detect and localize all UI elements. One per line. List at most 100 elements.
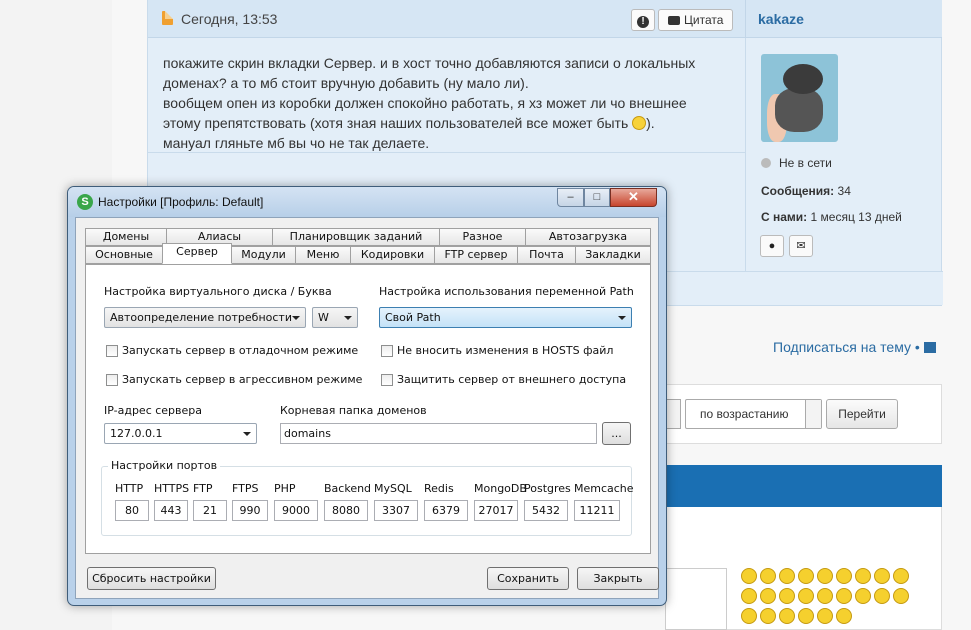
quote-button[interactable]: Цитата (658, 9, 734, 31)
port-label-ftp: FTP (193, 482, 213, 495)
smiley-icon[interactable] (855, 588, 871, 604)
port-input-mongodb[interactable]: 27017 (474, 500, 518, 521)
port-input-postgres[interactable]: 5432 (524, 500, 568, 521)
smiley-icon[interactable] (779, 568, 795, 584)
port-input-backend[interactable]: 8080 (324, 500, 368, 521)
tab-ftp-server[interactable]: FTP сервер (434, 246, 518, 264)
browse-button[interactable]: ... (602, 422, 631, 445)
tab-general[interactable]: Основные (85, 246, 163, 264)
avatar[interactable] (761, 54, 838, 142)
port-input-memcache[interactable]: 11211 (574, 500, 620, 521)
printer-icon[interactable] (923, 342, 936, 353)
sort-field-dropdown-arrow[interactable] (665, 399, 681, 429)
smiley-icon[interactable] (779, 588, 795, 604)
close-window-button[interactable]: ✕ (610, 188, 657, 207)
port-label-http: HTTP (115, 482, 144, 495)
go-button[interactable]: Перейти (826, 399, 898, 429)
smiley-icon[interactable] (893, 588, 909, 604)
app-logo-icon: S (77, 194, 93, 210)
tab-autoload[interactable]: Автозагрузка (525, 228, 651, 246)
port-label-postgres: Postgres (524, 482, 571, 495)
close-button[interactable]: Закрыть (577, 567, 659, 590)
drive-letter-value: W (318, 311, 329, 324)
vdisk-select[interactable]: Автоопределение потребности (104, 307, 306, 328)
post-author-name[interactable]: kakaze (758, 11, 804, 27)
smiley-icon[interactable] (836, 588, 852, 604)
smiley-icon[interactable] (798, 568, 814, 584)
debug-mode-checkbox[interactable] (106, 345, 118, 357)
port-input-redis[interactable]: 6379 (424, 500, 468, 521)
port-input-ftp[interactable]: 21 (193, 500, 227, 521)
ip-select[interactable]: 127.0.0.1 (104, 423, 257, 444)
tab-bookmarks[interactable]: Закладки (575, 246, 651, 264)
tab-modules[interactable]: Модули (231, 246, 296, 264)
post-divider (148, 152, 745, 153)
port-input-ftps[interactable]: 990 (232, 500, 268, 521)
tab-misc[interactable]: Разное (439, 228, 526, 246)
sort-order-select[interactable]: по возрастанию (685, 399, 822, 429)
post-line: вообщем опен из коробки должен спокойно … (163, 95, 687, 111)
aggressive-mode-checkbox[interactable] (106, 374, 118, 386)
smiley-icon[interactable] (741, 568, 757, 584)
post-line-tail: ). (646, 115, 655, 131)
message-button[interactable]: ✉ (789, 235, 813, 257)
tab-mail[interactable]: Почта (517, 246, 576, 264)
port-input-http[interactable]: 80 (115, 500, 149, 521)
smiley-icon[interactable] (779, 608, 795, 624)
post-document-icon (162, 11, 173, 25)
maximize-button[interactable]: □ (584, 188, 610, 207)
smiley-icon[interactable] (817, 588, 833, 604)
port-label-redis: Redis (424, 482, 454, 495)
smiley-icon[interactable] (836, 568, 852, 584)
root-folder-input[interactable]: domains (280, 423, 597, 444)
speech-bubble-icon (668, 16, 680, 25)
smiley-icon[interactable] (874, 568, 890, 584)
dialog-titlebar[interactable]: S Настройки [Профиль: Default] – □ ✕ (68, 187, 666, 217)
save-button[interactable]: Сохранить (487, 567, 569, 590)
smiley-icon[interactable] (817, 608, 833, 624)
minimize-button[interactable]: – (557, 188, 584, 207)
port-input-php[interactable]: 9000 (274, 500, 318, 521)
smiley-icon[interactable] (741, 588, 757, 604)
vdisk-label: Настройка виртуального диска / Буква (104, 285, 332, 298)
path-select-value: Свой Path (385, 311, 441, 324)
tab-encodings[interactable]: Кодировки (350, 246, 435, 264)
ports-group-title: Настройки портов (108, 459, 221, 472)
tab-scheduler[interactable]: Планировщик заданий (272, 228, 440, 246)
hosts-checkbox[interactable] (381, 345, 393, 357)
exclamation-icon: ! (637, 16, 649, 28)
member-since: С нами: 1 месяц 13 дней (761, 210, 902, 224)
smiley-icon[interactable] (741, 608, 757, 624)
smiley-icon[interactable] (874, 588, 890, 604)
smiley-icon[interactable] (760, 568, 776, 584)
tab-menu[interactable]: Меню (295, 246, 351, 264)
reset-settings-button[interactable]: Сбросить настройки (87, 567, 216, 590)
smiley-icon[interactable] (798, 588, 814, 604)
subscribe-link[interactable]: Подписаться на тему • (773, 339, 936, 355)
smiley-icon[interactable] (760, 588, 776, 604)
smiley-icon[interactable] (893, 568, 909, 584)
smiley-icon[interactable] (760, 608, 776, 624)
messages-label: Сообщения: (761, 184, 835, 198)
settings-dialog: S Настройки [Профиль: Default] – □ ✕ Дом… (67, 186, 667, 606)
tab-server[interactable]: Сервер (162, 243, 232, 264)
port-input-https[interactable]: 443 (154, 500, 188, 521)
report-button[interactable]: ! (631, 9, 655, 31)
smiley-icon[interactable] (817, 568, 833, 584)
smiley-icon[interactable] (798, 608, 814, 624)
smiley-icon[interactable] (836, 608, 852, 624)
path-select[interactable]: Свой Path (379, 307, 632, 328)
drive-letter-select[interactable]: W (312, 307, 358, 328)
vdisk-select-value: Автоопределение потребности (110, 311, 292, 324)
user-icon: ● (768, 240, 776, 252)
protect-checkbox[interactable] (381, 374, 393, 386)
post-line: этому препятствовать (хотя зная наших по… (163, 113, 733, 133)
aggressive-mode-label: Запускать сервер в агрессивном режиме (122, 373, 363, 386)
port-label-backend: Backend (324, 482, 372, 495)
port-input-mysql[interactable]: 3307 (374, 500, 418, 521)
smiley-icon[interactable] (855, 568, 871, 584)
tab-domains[interactable]: Домены (85, 228, 167, 246)
reply-textarea[interactable] (665, 568, 727, 630)
chevron-down-icon (243, 432, 251, 436)
profile-button[interactable]: ● (760, 235, 784, 257)
